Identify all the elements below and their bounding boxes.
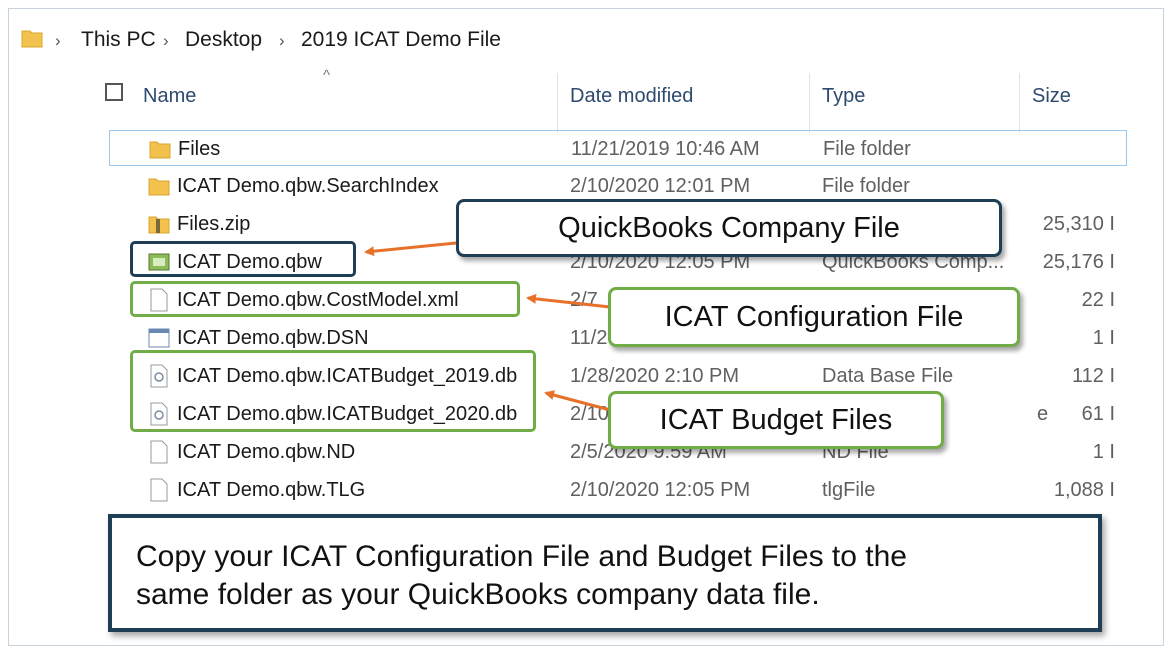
callout-company-file: QuickBooks Company File [456, 199, 1002, 257]
instruction-note: Copy your ICAT Configuration File and Bu… [108, 514, 1102, 632]
callout-config-file: ICAT Configuration File [608, 287, 1020, 347]
arrow-company-file [364, 241, 457, 257]
note-line-1: Copy your ICAT Configuration File and Bu… [136, 540, 907, 573]
callout-budget-files: ICAT Budget Files [608, 391, 944, 449]
note-line-2: same folder as your QuickBooks company d… [136, 578, 820, 611]
arrow-config-file [526, 293, 611, 309]
arrow-budget-files [544, 390, 611, 412]
